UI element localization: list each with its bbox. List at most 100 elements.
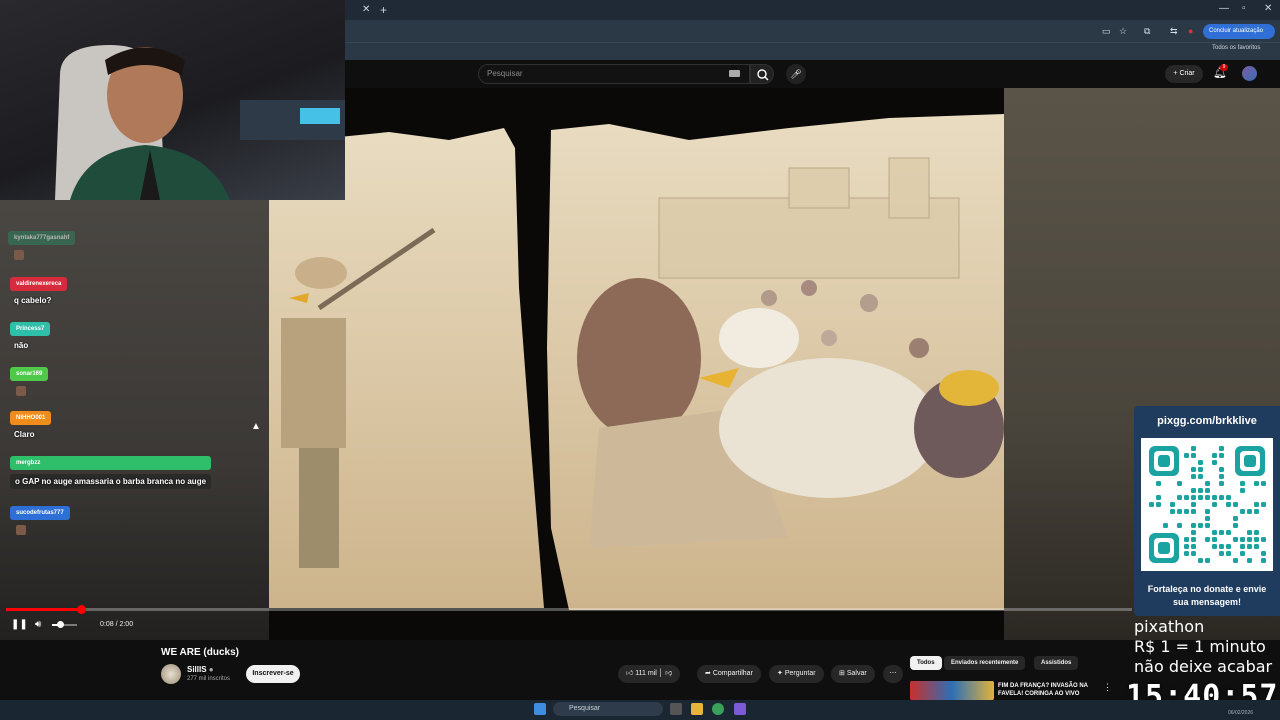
volume-knob[interactable] — [57, 621, 64, 628]
mouse-cursor-icon: ▲ — [251, 421, 261, 432]
share-icon: ➦ — [705, 670, 711, 677]
browser-tab-bar — [345, 0, 1280, 20]
progress-scrubber[interactable] — [77, 605, 86, 614]
volume-icon[interactable]: 🔊︎ — [35, 619, 41, 630]
extensions-icon[interactable]: ⧉ — [1144, 26, 1150, 37]
search-icon — [757, 69, 769, 81]
pixathon-line: não deixe acabar — [1134, 657, 1273, 676]
chat-text: não — [14, 341, 29, 350]
sidebar-icon[interactable]: ⇆ — [1170, 26, 1178, 37]
address-bar[interactable] — [345, 20, 1280, 42]
chat-username: Princess7 — [10, 322, 51, 336]
chip-watched[interactable]: Assistidos — [1034, 656, 1079, 670]
notification-count-badge: 9 — [1220, 64, 1228, 71]
channel-name-text: SillIS — [187, 665, 207, 674]
qr-pattern — [1149, 446, 1266, 563]
discord-icon[interactable] — [734, 703, 746, 715]
chat-username: NIHHO001 — [10, 411, 52, 425]
profile-icon[interactable]: ● — [1188, 26, 1193, 36]
taskbar-date: 06/02/2026 — [1228, 710, 1254, 716]
chat-message: valdirenexereca q cabelo? — [10, 277, 68, 305]
chat-message: sucodefrutas777 — [10, 506, 70, 535]
channel-avatar[interactable] — [161, 664, 181, 684]
ask-button[interactable]: ✦ Perguntar — [769, 665, 824, 683]
chat-message: NIHHO001 Claro — [10, 411, 52, 439]
save-label: Salvar — [846, 670, 867, 677]
share-button[interactable]: ➦ Compartilhar — [697, 665, 761, 683]
chat-text: o GAP no auge amassaria o barba branca n… — [10, 474, 212, 489]
chat-emote — [16, 525, 26, 535]
all-favorites-link[interactable]: Todos os favoritos — [1212, 45, 1260, 51]
chat-message: Princess7 não — [10, 322, 51, 350]
maximize-icon[interactable]: ▫ — [1242, 3, 1246, 14]
recommendation-more-icon[interactable]: ⋮ — [1103, 682, 1112, 693]
search-input[interactable]: Pesquisar — [478, 64, 750, 84]
chat-username: sonar169 — [10, 367, 49, 381]
pixathon-line: pixathon — [1134, 617, 1205, 636]
keyboard-icon[interactable] — [729, 70, 740, 77]
pixathon-line: R$ 1 = 1 minuto — [1134, 637, 1266, 656]
search-button[interactable] — [750, 64, 774, 84]
progress-bar[interactable] — [6, 608, 1132, 611]
mic-icon: 🎤︎ — [790, 69, 802, 79]
recommendation-title[interactable]: FIM DA FRANÇA? INVASÃO NA FAVELA! CORING… — [998, 682, 1098, 698]
progress-played — [6, 608, 81, 611]
chat-emote — [16, 386, 26, 396]
webcam-overlay — [0, 0, 345, 200]
chat-message: kyntaka777gasnahf — [8, 231, 76, 260]
task-view-icon[interactable] — [670, 703, 682, 715]
share-label: Compartilhar — [712, 670, 753, 677]
chat-text: Claro — [14, 430, 35, 439]
verified-icon: ● — [208, 665, 214, 674]
create-label: Criar — [1179, 70, 1195, 77]
close-window-icon[interactable]: ✕ — [1264, 3, 1272, 14]
save-icon: ⊞ — [839, 670, 845, 677]
new-tab-icon[interactable]: + — [380, 3, 387, 17]
cast-icon[interactable]: ▭ — [1102, 26, 1111, 37]
thumbs-down-icon: 👎︎ — [665, 670, 673, 677]
pause-icon[interactable]: ❚❚ — [11, 619, 28, 630]
subscriber-count: 277 mil inscritos — [187, 676, 231, 682]
chat-username: mergbzz — [10, 456, 212, 470]
recommendation-thumbnail[interactable] — [910, 681, 994, 700]
donation-note: Fortaleça no donate e envie sua mensagem… — [1147, 584, 1267, 607]
pixathon-text: pixathon R$ 1 = 1 minuto não deixe acaba… — [1134, 617, 1272, 677]
chat-text: q cabelo? — [14, 296, 52, 305]
time-display: 0:08 / 2:00 — [100, 621, 134, 628]
chip-recent-uploads[interactable]: Enviados recentemente — [944, 656, 1026, 670]
streamer-figure — [55, 45, 345, 200]
taskbar-search[interactable]: Pesquisar — [553, 702, 663, 716]
start-menu-icon[interactable] — [534, 703, 546, 715]
more-actions-button[interactable]: ⋯ — [883, 665, 903, 683]
thumbs-up-icon: 👍︎ — [626, 670, 634, 677]
like-button[interactable]: 👍︎ 111 mil │ 👎︎ — [618, 665, 681, 683]
donation-qr-code — [1141, 438, 1273, 571]
sparkle-icon: ✦ — [777, 670, 783, 677]
channel-name[interactable]: SillIS ● — [187, 665, 214, 674]
video-title: WE ARE (ducks) — [161, 647, 239, 658]
save-button[interactable]: ⊞ Salvar — [831, 665, 875, 683]
more-icon: ⋯ — [889, 670, 897, 677]
subscribe-button[interactable]: Inscrever-se — [246, 665, 300, 683]
chat-message: sonar169 — [10, 367, 49, 396]
bookmark-star-icon[interactable]: ☆ — [1119, 26, 1127, 37]
video-animation-scene — [269, 88, 1004, 640]
ask-label: Perguntar — [784, 670, 816, 677]
file-explorer-icon[interactable] — [691, 703, 703, 715]
chat-username: kyntaka777gasnahf — [8, 231, 76, 245]
chat-emote — [14, 250, 24, 260]
account-avatar[interactable] — [1242, 66, 1257, 81]
update-button[interactable]: Concluir atualização — [1203, 24, 1275, 39]
donation-url: pixgg.com/brkklive — [1157, 415, 1257, 427]
create-button[interactable]: + Criar — [1165, 65, 1203, 83]
minimize-icon[interactable]: — — [1219, 3, 1229, 14]
close-tab-icon[interactable]: ✕ — [362, 4, 370, 15]
voice-search-button[interactable]: 🎤︎ — [786, 64, 806, 84]
like-count: 111 mil — [635, 670, 657, 677]
chrome-taskbar-icon[interactable] — [712, 703, 724, 715]
chip-all[interactable]: Todos — [910, 656, 942, 670]
chat-message: mergbzz o GAP no auge amassaria o barba … — [10, 456, 212, 489]
bookmarks-bar — [345, 42, 1280, 60]
chat-username: valdirenexereca — [10, 277, 68, 291]
chat-username: sucodefrutas777 — [10, 506, 70, 520]
